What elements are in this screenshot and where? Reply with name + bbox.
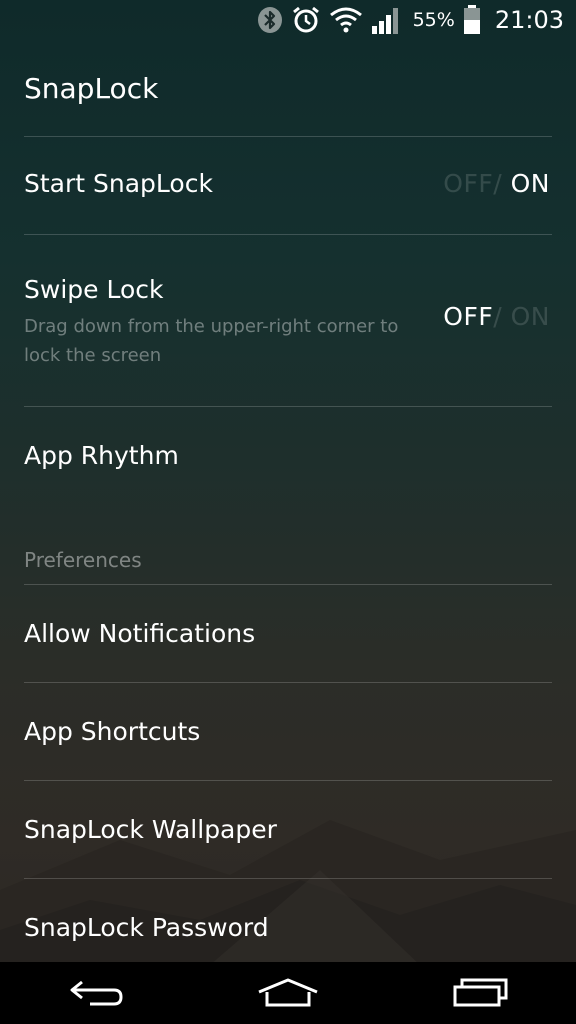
navigation-bar	[0, 962, 576, 1024]
home-button[interactable]	[243, 968, 333, 1018]
swipe-lock-label: Swipe Lock	[24, 275, 164, 304]
status-clock: 21:03	[494, 6, 564, 34]
recent-apps-button[interactable]	[435, 968, 525, 1018]
start-snaplock-toggle[interactable]: OFF/ ON	[443, 169, 550, 198]
app-shortcuts-row[interactable]: App Shortcuts	[24, 683, 552, 781]
app-rhythm-row[interactable]: App Rhythm	[24, 407, 552, 512]
toggle-on-option[interactable]: ON	[511, 302, 550, 331]
wifi-icon	[329, 6, 363, 34]
battery-percent: 55%	[412, 9, 455, 31]
snaplock-password-label: SnapLock Password	[24, 913, 269, 942]
toggle-on-option[interactable]: ON	[511, 169, 550, 198]
toggle-off-option[interactable]: OFF	[443, 302, 493, 331]
start-snaplock-row[interactable]: Start SnapLock OFF/ ON	[24, 137, 552, 235]
swipe-lock-row[interactable]: Swipe Lock Drag down from the upper-righ…	[24, 235, 552, 407]
page-title: SnapLock	[24, 72, 159, 105]
bluetooth-icon	[257, 6, 283, 34]
app-shortcuts-label: App Shortcuts	[24, 717, 201, 746]
alarm-icon	[291, 5, 321, 35]
snaplock-settings-screen: 55% 21:03 SnapLock Start SnapLock OFF/ O…	[0, 0, 576, 1024]
back-icon	[70, 980, 123, 1006]
toggle-separator: /	[493, 302, 503, 331]
swipe-lock-toggle[interactable]: OFF/ ON	[443, 302, 550, 331]
app-rhythm-label: App Rhythm	[24, 441, 179, 470]
status-bar: 55% 21:03	[0, 0, 576, 40]
snaplock-wallpaper-label: SnapLock Wallpaper	[24, 815, 277, 844]
battery-icon	[463, 5, 481, 35]
start-snaplock-label: Start SnapLock	[24, 169, 213, 198]
signal-icon	[371, 5, 403, 35]
toggle-off-option[interactable]: OFF	[443, 169, 493, 198]
preferences-section-header: Preferences	[24, 512, 552, 585]
settings-list: SnapLock Start SnapLock OFF/ ON Swipe Lo…	[24, 40, 552, 977]
snaplock-wallpaper-row[interactable]: SnapLock Wallpaper	[24, 781, 552, 879]
swipe-lock-description: Drag down from the upper-right corner to…	[24, 316, 399, 366]
toggle-separator: /	[493, 169, 503, 198]
allow-notifications-row[interactable]: Allow Notifications	[24, 585, 552, 683]
preferences-header-label: Preferences	[24, 548, 142, 572]
home-icon	[258, 978, 318, 1007]
allow-notifications-label: Allow Notifications	[24, 619, 256, 648]
recent-apps-icon	[453, 978, 508, 1007]
back-button[interactable]	[51, 968, 141, 1018]
screen-title-row: SnapLock	[24, 40, 552, 137]
